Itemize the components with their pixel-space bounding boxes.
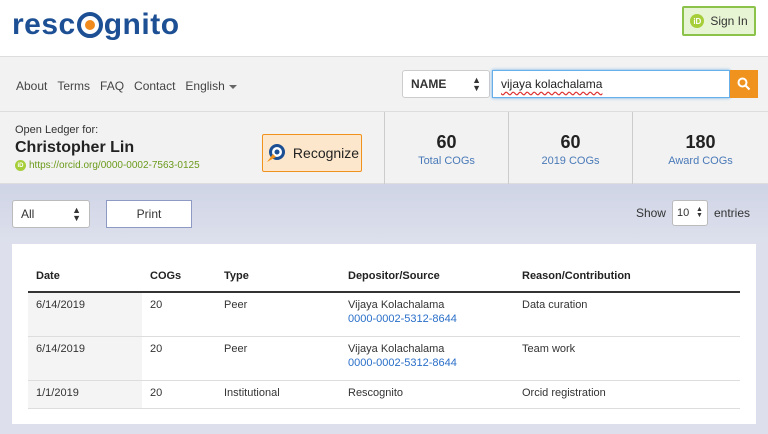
- depositor-name: Vijaya Kolachalama: [348, 299, 445, 311]
- stat-label[interactable]: 2019 COGs: [509, 155, 632, 167]
- entries-select[interactable]: 10 ▲ ▼: [671, 200, 708, 226]
- logo-text-left: resc: [12, 8, 76, 41]
- depositor-name: Vijaya Kolachalama: [348, 342, 445, 355]
- cell-date: 6/14/2019: [28, 292, 142, 337]
- ledger-owner: Open Ledger for: Christopher Lin iD http…: [0, 112, 384, 184]
- nav-terms[interactable]: Terms: [57, 79, 90, 93]
- nav-bar: About Terms FAQ Contact English NAME ▲ ▼ …: [0, 56, 768, 112]
- entries-value: 10: [676, 207, 690, 219]
- ledger-summary: Open Ledger for: Christopher Lin iD http…: [0, 112, 768, 184]
- stat-label[interactable]: Award COGs: [633, 155, 768, 167]
- stat-total-cogs: 60 Total COGs: [384, 112, 508, 184]
- ledger-orcid-link[interactable]: iD https://orcid.org/0000-0002-7563-0125: [15, 160, 200, 171]
- nav-contact[interactable]: Contact: [134, 79, 175, 93]
- filter-select[interactable]: All ▲ ▼: [12, 200, 90, 228]
- entries-control: Show 10 ▲ ▼ entries: [636, 200, 750, 226]
- stat-year-cogs: 60 2019 COGs: [508, 112, 632, 184]
- search-icon: [737, 77, 751, 91]
- language-label: English: [185, 79, 225, 93]
- show-label: Show: [635, 206, 666, 220]
- depositor-orcid-link[interactable]: 0000-0002-5312-8644: [348, 313, 506, 325]
- stat-value: 180: [685, 132, 716, 152]
- column-header-cogs[interactable]: COGs: [142, 260, 216, 293]
- cell-depositor: Rescognito: [340, 380, 514, 409]
- cell-reason: Data curation: [514, 292, 740, 337]
- cell-cogs: 20: [142, 380, 216, 409]
- ledger-table-card: Date COGs Type Depositor/Source Reason/C…: [12, 244, 756, 424]
- column-header-depositor[interactable]: Depositor/Source: [340, 260, 514, 293]
- cell-depositor: Vijaya Kolachalama 0000-0002-5312-8644: [340, 292, 514, 337]
- ledger-table: Date COGs Type Depositor/Source Reason/C…: [28, 260, 740, 409]
- table-row: 6/14/2019 20 Peer Vijaya Kolachalama 000…: [28, 292, 740, 337]
- updown-arrows-icon: ▲ ▼: [472, 75, 481, 93]
- stat-label[interactable]: Total COGs: [385, 155, 508, 167]
- content-area: Date COGs Type Depositor/Source Reason/C…: [0, 244, 768, 434]
- recognize-label: Recognize: [292, 145, 360, 161]
- rescognito-logo[interactable]: resc gnito: [12, 8, 180, 42]
- recognize-button[interactable]: Recognize: [262, 134, 362, 172]
- cell-reason: Team work: [514, 336, 740, 381]
- top-bar: resc gnito iD Sign In: [0, 0, 768, 56]
- cell-date: 1/1/2019: [28, 380, 142, 409]
- recognize-icon: [266, 144, 285, 162]
- ledger-label: Open Ledger for:: [15, 124, 99, 136]
- ledger-owner-name: Christopher Lin: [15, 139, 135, 156]
- cell-depositor: Vijaya Kolachalama 0000-0002-5312-8644: [340, 336, 514, 381]
- cell-cogs: 20: [142, 292, 216, 337]
- search-input[interactable]: vijaya kolachalama: [492, 70, 730, 98]
- nav-links: About Terms FAQ Contact English: [16, 79, 237, 93]
- updown-arrows-icon: ▲ ▼: [72, 205, 81, 223]
- search-button[interactable]: [730, 70, 758, 98]
- table-row: 6/14/2019 20 Peer Vijaya Kolachalama 000…: [28, 336, 740, 381]
- column-header-type[interactable]: Type: [216, 260, 340, 293]
- column-header-reason[interactable]: Reason/Contribution: [514, 260, 740, 293]
- stat-value: 60: [560, 132, 581, 152]
- orcid-icon: iD: [15, 160, 26, 171]
- table-controls: All ▲ ▼ Print Show 10 ▲ ▼ entries: [0, 184, 768, 244]
- depositor-orcid-link[interactable]: 0000-0002-5312-8644: [348, 357, 506, 369]
- chevron-down-icon: [228, 84, 237, 89]
- filter-value: All: [21, 207, 35, 221]
- language-dropdown[interactable]: English: [185, 79, 237, 93]
- nav-faq[interactable]: FAQ: [100, 79, 124, 93]
- stat-award-cogs: 180 Award COGs: [632, 112, 768, 184]
- cell-type: Peer: [216, 336, 340, 381]
- cell-reason: Orcid registration: [514, 380, 740, 409]
- search-type-value: NAME: [411, 77, 447, 91]
- stat-value: 60: [436, 132, 457, 152]
- entries-label: entries: [713, 206, 750, 220]
- table-header-row: Date COGs Type Depositor/Source Reason/C…: [28, 260, 740, 293]
- cell-type: Institutional: [216, 380, 340, 409]
- print-button[interactable]: Print: [106, 200, 192, 228]
- cell-type: Peer: [216, 292, 340, 337]
- table-row: 1/1/2019 20 Institutional Rescognito Orc…: [28, 380, 740, 409]
- search-type-select[interactable]: NAME ▲ ▼: [402, 70, 490, 98]
- sign-in-label: Sign In: [710, 14, 748, 28]
- logo-text-right: gnito: [103, 8, 180, 41]
- logo-mark-icon: [76, 12, 103, 38]
- orcid-icon: iD: [690, 14, 705, 28]
- orcid-url: https://orcid.org/0000-0002-7563-0125: [29, 160, 200, 171]
- cell-cogs: 20: [142, 336, 216, 381]
- cell-date: 6/14/2019: [28, 336, 142, 381]
- column-header-date[interactable]: Date: [28, 260, 142, 293]
- nav-about[interactable]: About: [16, 79, 47, 93]
- updown-arrows-icon: ▲ ▼: [696, 206, 703, 219]
- sign-in-button[interactable]: iD Sign In: [682, 6, 756, 36]
